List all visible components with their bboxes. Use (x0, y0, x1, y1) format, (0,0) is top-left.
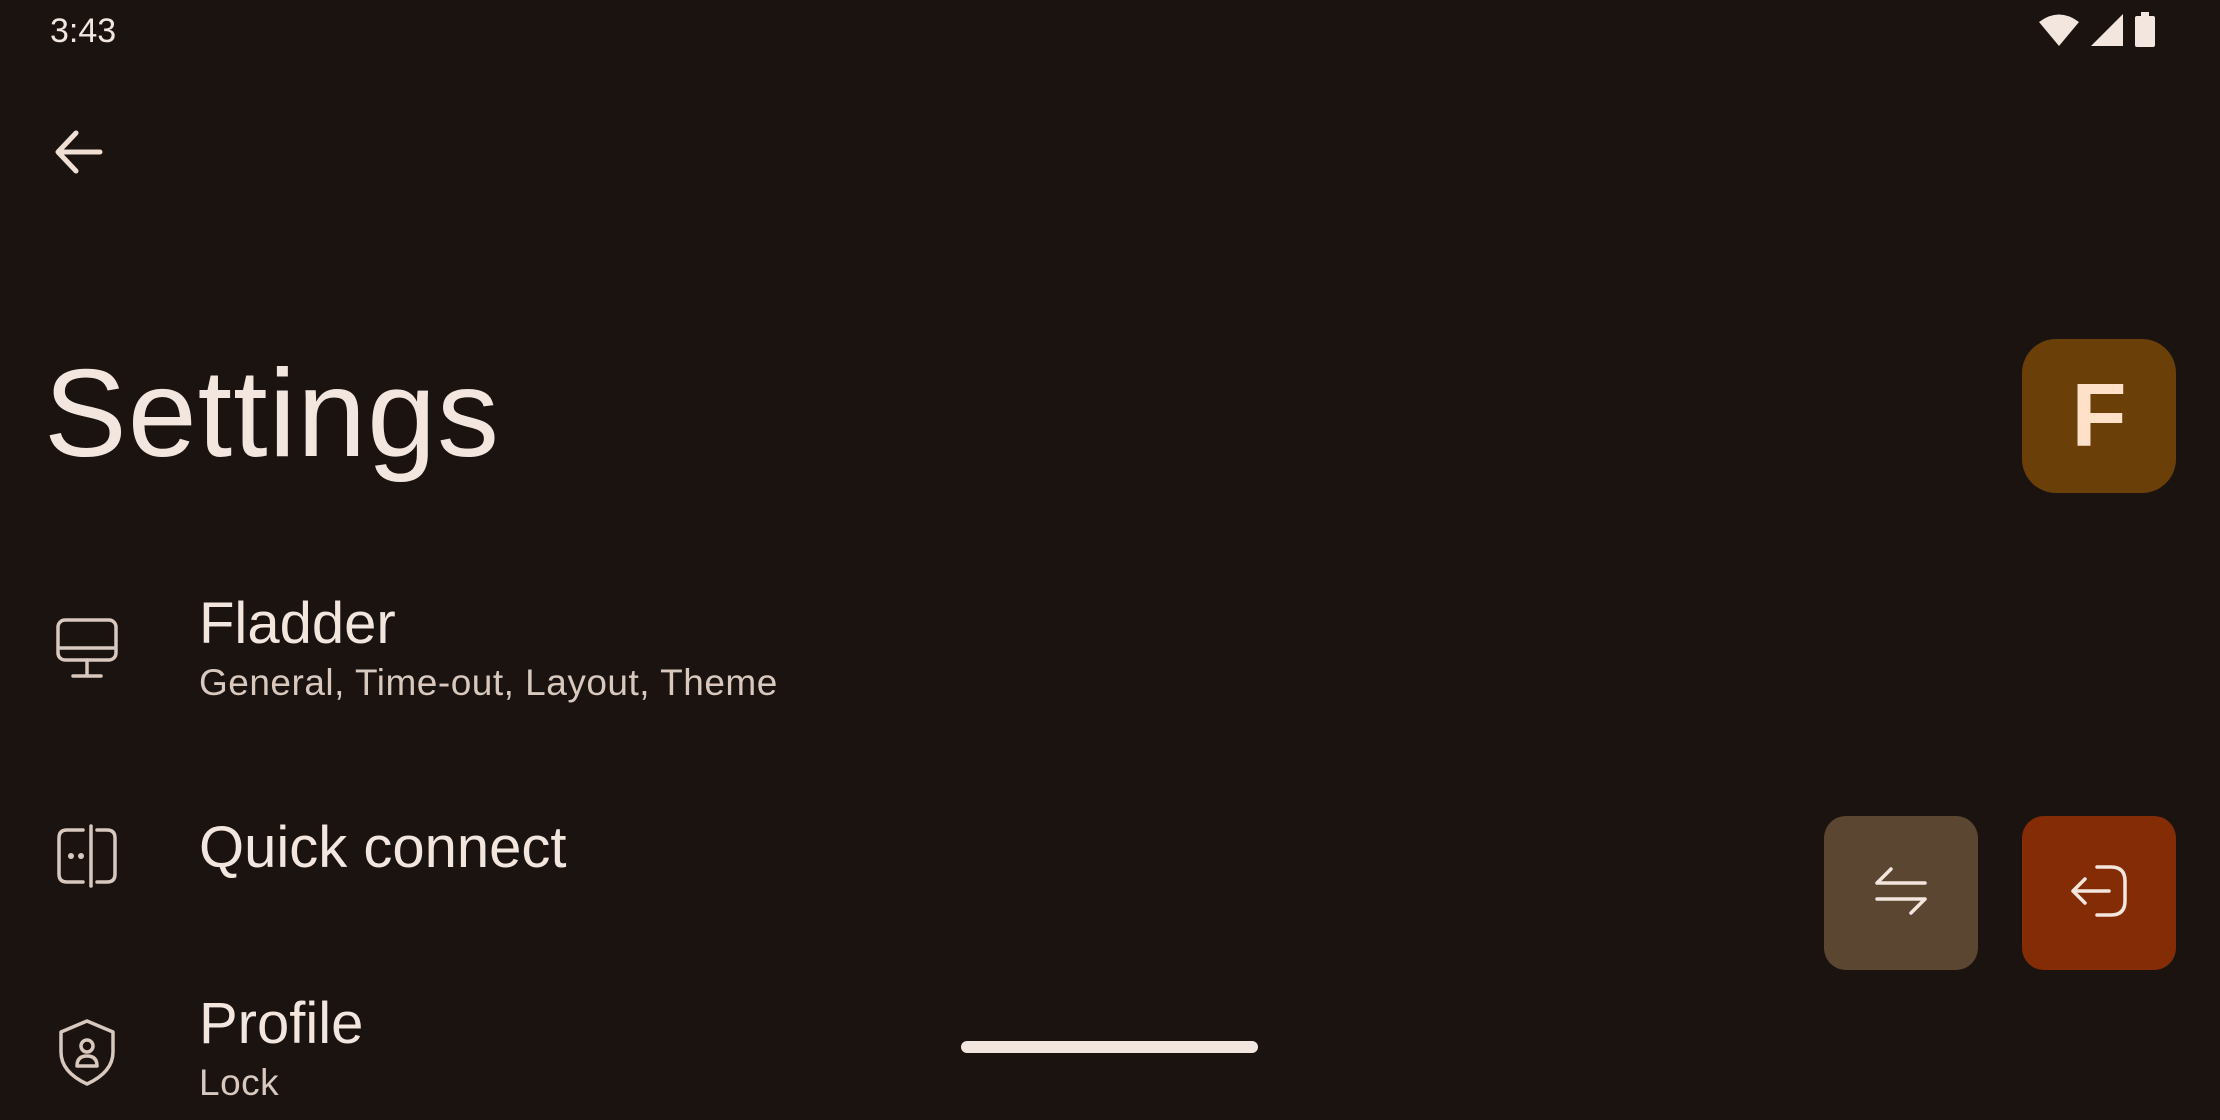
settings-item-subtitle: General, Time-out, Layout, Theme (199, 662, 778, 703)
settings-item-quick-connect[interactable]: Quick connect (0, 800, 1700, 910)
logout-icon (2067, 859, 2131, 928)
settings-item-title: Fladder (199, 591, 396, 656)
settings-item-fladder[interactable]: Fladder General, Time-out, Layout, Theme (0, 580, 1700, 720)
switch-user-button[interactable] (1824, 816, 1978, 970)
avatar-initial: F (2071, 365, 2127, 466)
profile-shield-icon (55, 1018, 119, 1091)
battery-icon (2134, 12, 2156, 53)
status-time: 3:43 (50, 12, 117, 50)
cellular-signal-icon (2090, 13, 2124, 52)
wifi-icon (2038, 13, 2080, 52)
back-button[interactable] (38, 114, 118, 194)
swap-arrows-icon (1871, 861, 1931, 926)
quick-connect-icon (55, 824, 119, 893)
home-indicator[interactable] (961, 1041, 1258, 1053)
page-title: Settings (44, 345, 501, 483)
settings-item-profile[interactable]: Profile Lock (0, 980, 1700, 1120)
user-avatar-button[interactable]: F (2022, 339, 2176, 493)
settings-item-title: Quick connect (199, 815, 567, 880)
status-bar: 3:43 (0, 0, 2220, 66)
arrow-left-icon (52, 126, 104, 183)
settings-item-subtitle: Lock (199, 1062, 280, 1103)
settings-item-title: Profile (199, 991, 364, 1056)
status-icons (2038, 12, 2156, 53)
monitor-icon (55, 616, 119, 685)
logout-button[interactable] (2022, 816, 2176, 970)
